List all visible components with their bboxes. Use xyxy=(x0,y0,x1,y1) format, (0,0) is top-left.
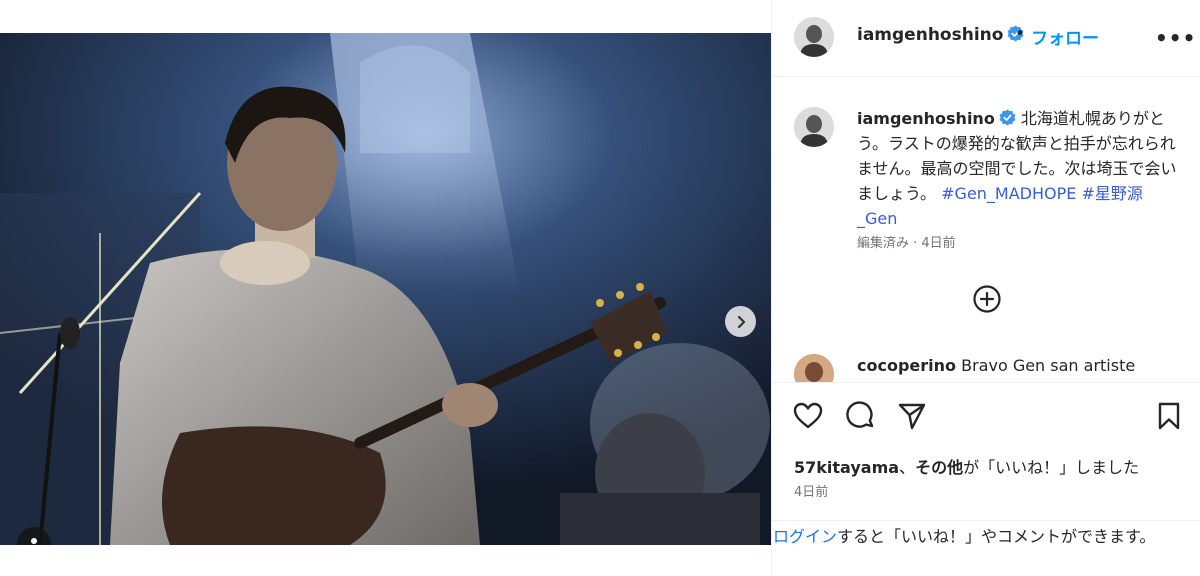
avatar-image xyxy=(794,354,834,382)
header-separator: • xyxy=(1015,24,1026,44)
comment-username[interactable]: cocoperino xyxy=(857,356,956,375)
comment-row: cocoperino Bravo Gen san artiste xyxy=(772,352,1200,382)
share-icon[interactable] xyxy=(896,400,928,432)
login-prompt: ログインすると「いいね！」やコメントができます。 xyxy=(772,520,1200,549)
post-timestamp[interactable]: 4日前 xyxy=(794,481,828,500)
concert-photo xyxy=(0,33,771,545)
post-header: iamgenhoshino • フォロー ••• xyxy=(772,0,1200,77)
likes-summary: 57kitayama、その他が「いいね！」しました xyxy=(794,454,1139,478)
comment-text: cocoperino Bravo Gen san artiste xyxy=(857,356,1135,375)
author-username[interactable]: iamgenhoshino xyxy=(857,25,1024,45)
login-link[interactable]: ログイン xyxy=(773,527,837,546)
author-avatar[interactable] xyxy=(794,17,834,57)
comment-icon[interactable] xyxy=(845,400,877,432)
chevron-right-icon xyxy=(737,315,745,328)
login-prompt-text: すると「いいね！」やコメントができます。 xyxy=(837,527,1156,546)
avatar-image xyxy=(794,17,834,57)
caption-username[interactable]: iamgenhoshino xyxy=(857,109,995,128)
more-options-icon[interactable]: ••• xyxy=(1155,26,1196,50)
post-sidebar: iamgenhoshino • フォロー ••• iamgenhoshino 北… xyxy=(771,0,1200,576)
user-tag-icon xyxy=(31,538,37,544)
next-media-button[interactable] xyxy=(725,306,756,337)
likes-separator: 、 xyxy=(899,458,916,477)
caption-meta: 編集済み · 4日前 xyxy=(857,236,956,251)
follow-button[interactable]: フォロー xyxy=(1031,24,1099,49)
avatar-image xyxy=(794,107,834,147)
bookmark-icon[interactable] xyxy=(1153,400,1185,432)
add-comment-icon[interactable] xyxy=(972,284,1002,314)
action-bar: 57kitayama、その他が「いいね！」しました 4日前 xyxy=(772,382,1200,522)
instagram-post-page: iamgenhoshino • フォロー ••• iamgenhoshino 北… xyxy=(0,0,1200,576)
caption-text: iamgenhoshino 北海道札幌ありがとう。ラストの爆発的な歓声と拍手が忘… xyxy=(857,106,1182,231)
verified-badge-icon xyxy=(999,109,1016,126)
comment-body: Bravo Gen san artiste xyxy=(961,356,1136,375)
caption-author-avatar[interactable] xyxy=(794,107,834,147)
post-media[interactable] xyxy=(0,33,771,545)
likes-user[interactable]: 57kitayama xyxy=(794,458,899,477)
likes-suffix: が「いいね！」しました xyxy=(963,458,1140,477)
likes-others[interactable]: その他 xyxy=(915,458,963,477)
heart-icon[interactable] xyxy=(792,400,824,432)
commenter-avatar[interactable] xyxy=(794,354,834,382)
author-username-text[interactable]: iamgenhoshino xyxy=(857,25,1003,45)
